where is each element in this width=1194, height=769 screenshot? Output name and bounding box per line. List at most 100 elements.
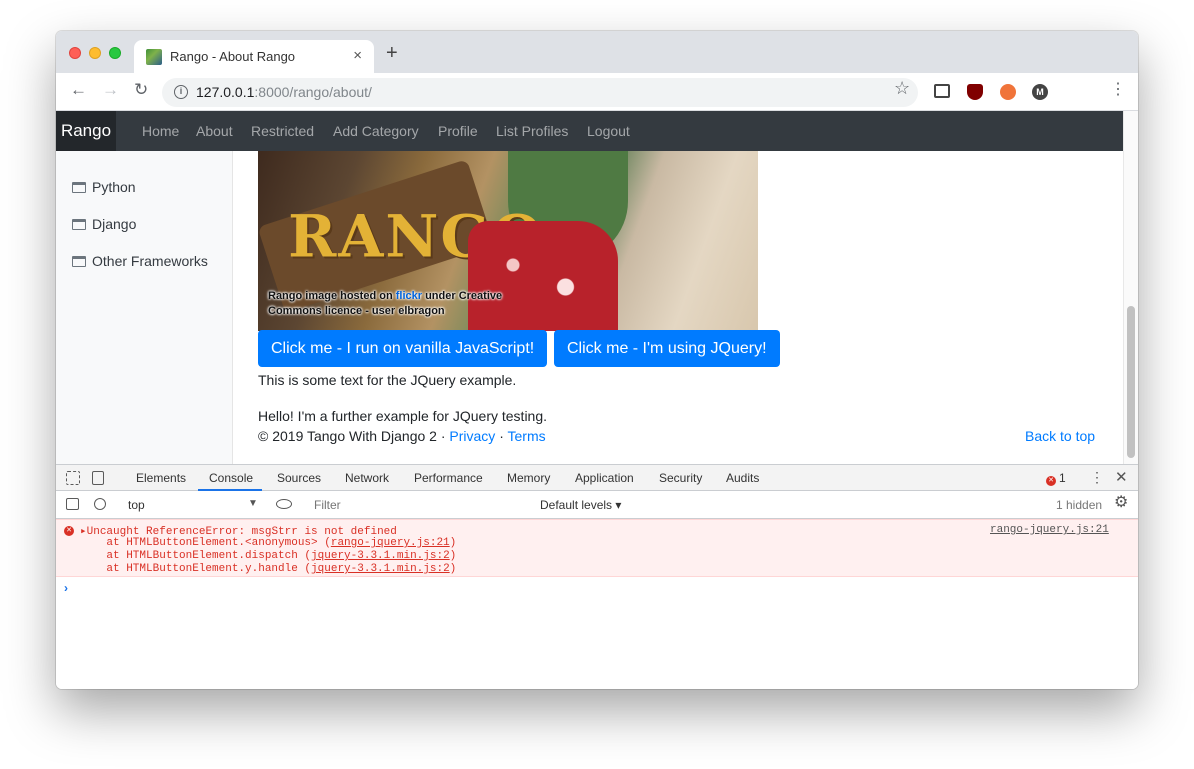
tab-network[interactable]: Network [345,471,389,485]
url-path: :8000/rango/about/ [254,84,372,100]
log-levels-dropdown[interactable]: Default levels ▾ [540,498,621,512]
back-to-top-link[interactable]: Back to top [1025,428,1095,444]
new-tab-button[interactable]: + [386,43,398,63]
error-count-badge[interactable]: ✕ 1 [1046,471,1066,486]
folder-icon [72,256,86,267]
eye-icon[interactable] [276,499,292,509]
nav-link-about[interactable]: About [196,123,233,139]
gear-icon[interactable]: ⚙ [1114,495,1128,511]
sidebar-item-label: Python [92,179,136,195]
tab-strip: Rango - About Rango × + [56,31,1138,73]
main-content: RANGO Rango image hosted on flickr under… [233,151,1123,464]
site-info-icon[interactable]: i [174,85,188,99]
caption-text: Rango image hosted on [268,290,396,302]
error-count: 1 [1059,471,1066,485]
ublock-extension-icon[interactable] [967,84,983,100]
error-icon: ✕ [1046,476,1056,486]
console-prompt[interactable]: › [64,581,68,595]
close-window-button[interactable] [69,47,81,59]
jquery-button[interactable]: Click me - I'm using JQuery! [554,330,780,367]
site-navbar: Rango Home About Restricted Add Category… [56,111,1123,151]
flickr-link[interactable]: flickr [396,290,422,302]
chevron-down-icon[interactable]: ▼ [248,498,258,509]
error-message[interactable]: ▸Uncaught ReferenceError: msgStrr is not… [80,524,397,538]
console-error-message[interactable]: ✕ ▸Uncaught ReferenceError: msgStrr is n… [56,519,1138,577]
screenshot-stage: Rango - About Rango × + ← → ↻ i 127.0.0.… [0,0,1194,769]
console-filter-input[interactable] [306,495,532,515]
stack-frame: at HTMLButtonElement.<anonymous> (rango-… [80,537,456,549]
page-scrollbar[interactable] [1123,111,1138,464]
terms-link[interactable]: Terms [508,428,546,444]
image-caption: Rango image hosted on flickr under Creat… [268,289,548,319]
folder-icon [72,182,86,193]
tab-memory[interactable]: Memory [507,471,550,485]
console-sidebar-icon[interactable] [66,498,79,510]
sidebar-item-label: Django [92,216,137,232]
sidebar-item-python[interactable]: Python [72,179,136,195]
stack-frame-text: ) [449,550,457,562]
category-sidebar: Python Django Other Frameworks [56,151,233,464]
devtools-close-icon[interactable]: ✕ [1115,468,1128,486]
page-viewport: Rango Home About Restricted Add Category… [56,111,1138,464]
stack-source-link[interactable]: rango-jquery.js:21 [331,537,450,549]
clear-console-icon[interactable] [94,498,106,510]
stack-frame-text: at HTMLButtonElement.<anonymous> ( [80,537,331,549]
address-bar[interactable]: i 127.0.0.1:8000/rango/about/ [162,78,918,107]
inspect-element-icon[interactable] [66,471,80,485]
nav-link-home[interactable]: Home [142,123,179,139]
rango-image: RANGO Rango image hosted on flickr under… [258,151,758,331]
url-text[interactable]: 127.0.0.1:8000/rango/about/ [196,84,372,100]
tab-elements[interactable]: Elements [136,471,186,485]
browser-toolbar: ← → ↻ i 127.0.0.1:8000/rango/about/ ☆ M … [56,73,1138,111]
tab-audits[interactable]: Audits [726,471,759,485]
devtools-menu-icon[interactable]: ⋮ [1090,469,1104,486]
jquery-hello-text: Hello! I'm a further example for JQuery … [258,408,548,424]
m-extension-icon[interactable]: M [1032,84,1048,100]
nav-link-profile[interactable]: Profile [438,123,478,139]
favicon-icon [146,49,162,65]
hidden-messages-count: 1 hidden [1056,498,1103,512]
device-toolbar-icon[interactable] [92,471,104,485]
jquery-example-text: This is some text for the JQuery example… [258,372,517,388]
forward-arrow-icon[interactable]: → [102,81,119,98]
error-source-link[interactable]: rango-jquery.js:21 [990,524,1109,536]
tab-security[interactable]: Security [659,471,702,485]
orange-extension-icon[interactable] [1000,84,1016,100]
stack-source-link[interactable]: jquery-3.3.1.min.js:2 [311,563,450,575]
scrollbar-thumb[interactable] [1127,306,1135,458]
reload-icon[interactable]: ↻ [134,81,148,98]
tab-close-icon[interactable]: × [353,47,362,64]
minimize-window-button[interactable] [89,47,101,59]
bookmark-star-icon[interactable]: ☆ [894,79,910,97]
devtools-tab-bar: Elements Console Sources Network Perform… [56,465,1138,491]
tab-title: Rango - About Rango [170,49,296,64]
stack-frame: at HTMLButtonElement.dispatch (jquery-3.… [80,550,456,562]
stack-source-link[interactable]: jquery-3.3.1.min.js:2 [311,550,450,562]
vanilla-js-button[interactable]: Click me - I run on vanilla JavaScript! [258,330,548,367]
console-toolbar: top ▼ Default levels ▾ 1 hidden ⚙ [56,491,1138,519]
stack-frame-text: at HTMLButtonElement.dispatch ( [80,550,312,562]
browser-tab[interactable]: Rango - About Rango × [134,40,374,73]
tab-application[interactable]: Application [575,471,634,485]
back-arrow-icon[interactable]: ← [70,81,87,98]
page-footer: © 2019 Tango With Django 2 · Privacy · T… [258,428,546,444]
sidebar-item-other-frameworks[interactable]: Other Frameworks [72,253,208,269]
context-selector[interactable]: top [128,498,145,512]
nav-link-logout[interactable]: Logout [587,123,630,139]
nav-link-restricted[interactable]: Restricted [251,123,314,139]
maximize-window-button[interactable] [109,47,121,59]
browser-menu-icon[interactable]: ⋮ [1110,82,1126,98]
nav-link-list-profiles[interactable]: List Profiles [496,123,568,139]
cast-extension-icon[interactable] [934,84,950,98]
tab-console[interactable]: Console [209,471,253,485]
sidebar-item-django[interactable]: Django [72,216,136,232]
privacy-link[interactable]: Privacy [449,428,495,444]
navbar-brand[interactable]: Rango [56,111,116,151]
folder-icon [72,219,86,230]
url-host: 127.0.0.1 [196,84,255,100]
tab-sources[interactable]: Sources [277,471,321,485]
devtools-panel: Elements Console Sources Network Perform… [56,464,1138,689]
nav-link-add-category[interactable]: Add Category [333,123,419,139]
stack-frame-text: ) [449,537,457,549]
tab-performance[interactable]: Performance [414,471,483,485]
